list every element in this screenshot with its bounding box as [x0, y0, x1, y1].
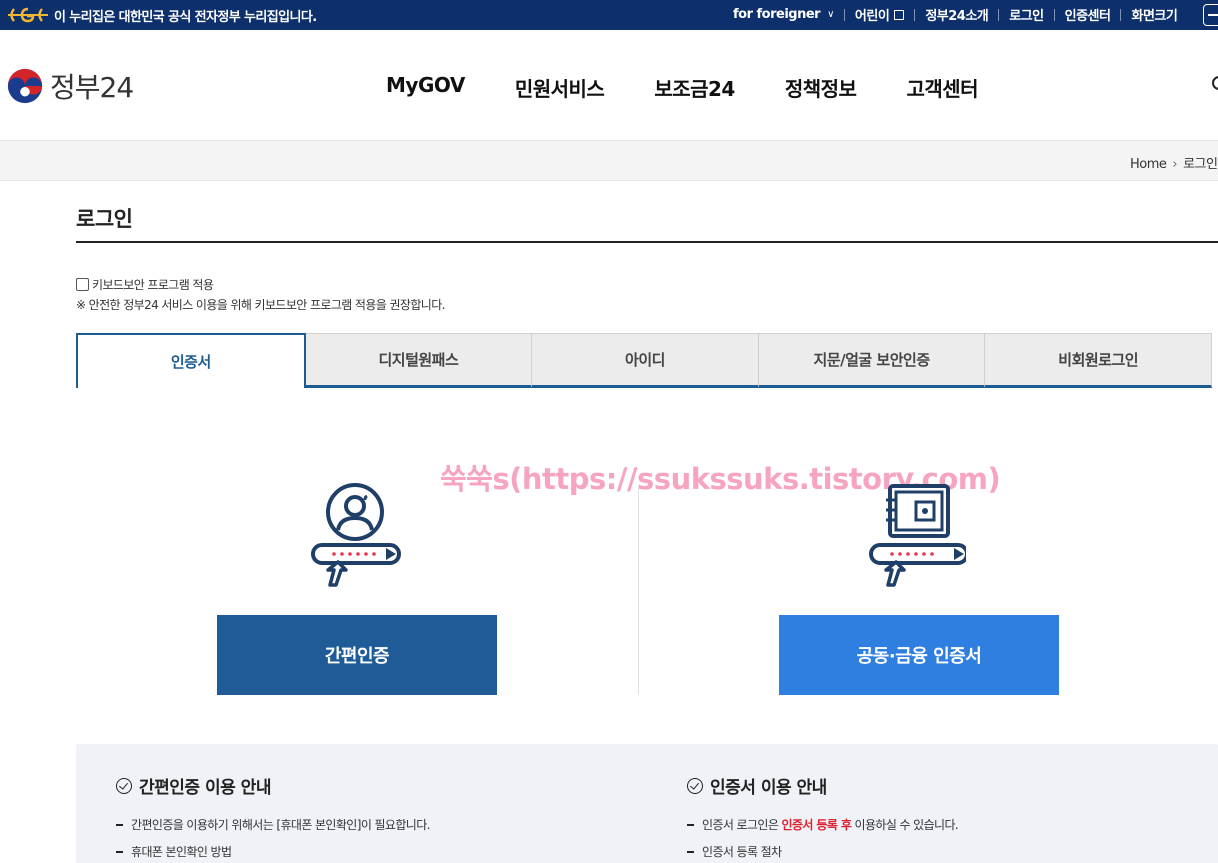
simple-auth-user-icon [311, 483, 401, 587]
taegeuk-logo-icon [7, 68, 43, 104]
gov-official-notice: 이 누리집은 대한민국 공식 전자정부 누리집입니다. [54, 10, 317, 25]
kids-label: 어린이 [854, 9, 890, 24]
tab-digital-onepass[interactable]: 디지털원패스 [305, 333, 533, 388]
external-link-icon [894, 9, 905, 20]
divider [914, 8, 916, 21]
simple-auth-guide-title-text: 간편인증 이용 안내 [139, 778, 271, 798]
nav-item-civil-services[interactable]: 민원서비스 [515, 73, 605, 102]
cert-registration-emphasis: 인증서 등록 후 [781, 818, 852, 832]
kids-link[interactable]: 어린이 [854, 5, 905, 24]
joint-financial-cert-button[interactable]: 공동·금융 인증서 [779, 615, 1059, 695]
cert-guide-title: 인증서 이용 안내 [687, 773, 827, 798]
breadcrumb-bar: Home › 로그인 [0, 140, 1218, 181]
chevron-down-icon: ∨ [827, 9, 834, 20]
cert-guide-title-text: 인증서 이용 안내 [710, 778, 827, 798]
tab-id[interactable]: 아이디 [532, 333, 759, 388]
guide-text: 인증서 등록 절차 [702, 845, 782, 859]
dash-bullet [116, 850, 123, 853]
main-nav: MyGOV 민원서비스 보조금24 정책정보 고객센터 [386, 73, 1028, 102]
divider [1120, 8, 1122, 21]
dash-bullet [116, 823, 123, 826]
nav-item-mygov[interactable]: MyGOV [386, 73, 465, 102]
screen-size-label: 화면크기 [1131, 9, 1178, 24]
options-divider [638, 485, 639, 695]
simple-auth-button[interactable]: 간편인증 [217, 615, 497, 695]
cert-center-link[interactable]: 인증센터 [1065, 5, 1111, 24]
list-item: 인증서 등록 절차 [687, 843, 782, 860]
search-icon[interactable] [1212, 76, 1218, 90]
breadcrumb-current: 로그인 [1183, 157, 1218, 172]
guide-text-pre: 인증서 로그인은 [702, 818, 782, 832]
logo-text: 정부24 [50, 71, 134, 104]
simple-auth-guide-title: 간편인증 이용 안내 [116, 773, 271, 798]
site-logo[interactable]: 정부24 [6, 66, 142, 106]
certificate-safe-icon [869, 484, 966, 587]
keyboard-security-checkbox[interactable] [76, 278, 89, 291]
gov-emblem-icon [8, 7, 48, 23]
dash-bullet [687, 850, 694, 853]
dash-bullet [687, 823, 694, 826]
login-method-tabs: 인증서 디지털원패스 아이디 지문/얼굴 보안인증 비회원로그인 [76, 333, 1212, 388]
divider [843, 8, 845, 21]
for-foreigner-label: for foreigner [733, 7, 821, 22]
tab-certificate[interactable]: 인증서 [76, 333, 306, 388]
usage-guide-box: 간편인증 이용 안내 간편인증을 이용하기 위해서는 [휴대폰 본인확인]이 필… [76, 744, 1218, 863]
for-foreigner-link[interactable]: for foreigner ∨ [733, 7, 834, 22]
check-circle-icon [687, 777, 703, 794]
list-item: 인증서 로그인은 인증서 등록 후 이용하실 수 있습니다. [687, 816, 959, 833]
keyboard-security-option[interactable]: 키보드보안 프로그램 적용 [76, 276, 214, 293]
title-divider [76, 241, 1218, 243]
check-circle-icon [116, 777, 132, 794]
tab-biometric[interactable]: 지문/얼굴 보안인증 [758, 333, 986, 388]
guide-text: 휴대폰 본인확인 방법 [131, 845, 232, 859]
login-link[interactable]: 로그인 [1009, 5, 1044, 24]
breadcrumb-home[interactable]: Home [1130, 157, 1167, 172]
list-item: 휴대폰 본인확인 방법 [116, 843, 232, 860]
keyboard-security-note: ※ 안전한 정부24 서비스 이용을 위해 키보드보안 프로그램 적용을 권장합… [76, 298, 445, 312]
breadcrumb: Home › 로그인 [1130, 153, 1218, 172]
tab-guest-login[interactable]: 비회원로그인 [985, 333, 1212, 388]
zoom-out-button[interactable] [1203, 4, 1218, 26]
page-title: 로그인 [76, 207, 133, 231]
divider [998, 8, 1000, 21]
divider [1053, 8, 1055, 21]
gov-topbar: 이 누리집은 대한민국 공식 전자정부 누리집입니다. for foreigne… [0, 0, 1218, 30]
guide-text: 간편인증을 이용하기 위해서는 [휴대폰 본인확인]이 필요합니다. [131, 818, 431, 832]
chevron-right-icon: › [1172, 157, 1178, 172]
list-item: 간편인증을 이용하기 위해서는 [휴대폰 본인확인]이 필요합니다. [116, 816, 431, 833]
utility-links: for foreigner ∨ 어린이 정부24소개 로그인 인증센터 화면크기 [733, 5, 1178, 24]
about-link[interactable]: 정부24소개 [925, 5, 988, 24]
nav-item-customer-center[interactable]: 고객센터 [906, 73, 978, 102]
site-header: 정부24 MyGOV 민원서비스 보조금24 정책정보 고객센터 [0, 30, 1218, 140]
keyboard-security-label: 키보드보안 프로그램 적용 [92, 278, 214, 292]
nav-item-subsidy24[interactable]: 보조금24 [654, 73, 735, 102]
nav-item-policy-info[interactable]: 정책정보 [785, 73, 857, 102]
guide-text-post: 이용하실 수 있습니다. [851, 818, 959, 832]
